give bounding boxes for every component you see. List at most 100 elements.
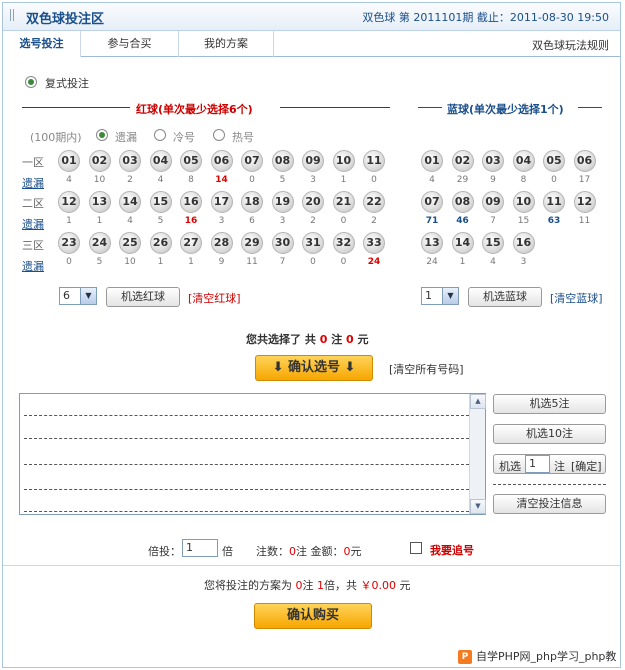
selection-summary: 您共选择了 共 0 注 0 元 <box>246 331 369 347</box>
period-label: (100期内) <box>30 131 82 144</box>
ball-13[interactable]: 13 <box>421 232 443 254</box>
random-red-button[interactable]: 机选红球 <box>106 287 180 307</box>
compound-bet-radio[interactable] <box>25 76 37 88</box>
ball-08[interactable]: 08 <box>451 191 474 213</box>
ball-27[interactable]: 27 <box>180 232 202 254</box>
ball-14[interactable]: 14 <box>119 191 141 213</box>
ball-12[interactable]: 12 <box>58 191 80 213</box>
bet-row-separator <box>24 489 469 490</box>
multiplier-unit: 倍 <box>222 545 233 558</box>
ball-16[interactable]: 16 <box>180 191 202 213</box>
miss-count: 46 <box>456 216 469 226</box>
miss-count: 9 <box>218 257 225 267</box>
ball-33[interactable]: 33 <box>363 232 385 254</box>
ball-05[interactable]: 05 <box>543 150 565 172</box>
random-5-button[interactable]: 机选5注 <box>493 394 606 414</box>
clear-red-link[interactable]: [清空红球] <box>188 290 241 306</box>
clear-bet-info-button[interactable]: 清空投注信息 <box>493 494 606 514</box>
multiplier-input[interactable]: 1 <box>182 539 218 557</box>
scroll-up-icon[interactable]: ▲ <box>470 394 486 409</box>
ball-22[interactable]: 22 <box>363 191 385 213</box>
ball-01[interactable]: 01 <box>58 150 80 172</box>
ball-28[interactable]: 28 <box>210 232 233 254</box>
ball-23[interactable]: 23 <box>58 232 80 254</box>
ball-18[interactable]: 18 <box>241 191 263 213</box>
bet-list-box[interactable] <box>19 393 486 515</box>
ball-02[interactable]: 02 <box>451 150 474 172</box>
ball-20[interactable]: 20 <box>302 191 324 213</box>
confirm-buy-button[interactable]: 确认购买 <box>254 603 372 629</box>
ball-29[interactable]: 29 <box>241 232 263 254</box>
bet-row-separator <box>24 464 469 465</box>
ball-32[interactable]: 32 <box>332 232 355 254</box>
random-n-input[interactable]: 1 <box>525 455 550 473</box>
ball-21[interactable]: 21 <box>332 191 355 213</box>
ball-09[interactable]: 09 <box>482 191 504 213</box>
ball-30[interactable]: 30 <box>271 232 294 254</box>
ball-05[interactable]: 05 <box>180 150 202 172</box>
clear-all-link[interactable]: [清空所有号码] <box>389 361 464 377</box>
confirm-pick-label: 确认选号 <box>287 360 340 375</box>
chase-checkbox[interactable] <box>410 542 422 554</box>
miss-count: 3 <box>520 257 527 267</box>
miss-link[interactable]: 遗漏 <box>22 175 44 191</box>
ball-12[interactable]: 12 <box>573 191 596 213</box>
ball-03[interactable]: 03 <box>119 150 141 172</box>
random-10-button[interactable]: 机选10注 <box>493 424 606 444</box>
ball-11[interactable]: 11 <box>543 191 565 213</box>
rules-link[interactable]: 双色球玩法规则 <box>532 37 609 53</box>
ball-16[interactable]: 16 <box>512 232 535 254</box>
zone-label: 一区 <box>22 156 44 169</box>
clear-blue-link[interactable]: [清空蓝球] <box>550 290 603 306</box>
red-count-value: 6 <box>63 289 70 302</box>
ball-15[interactable]: 15 <box>149 191 172 213</box>
scroll-down-icon[interactable]: ▼ <box>470 499 486 514</box>
red-count-select[interactable]: 6 ▼ <box>59 287 97 305</box>
filter-cold-radio[interactable] <box>154 129 166 141</box>
ball-06[interactable]: 06 <box>573 150 596 172</box>
ball-03[interactable]: 03 <box>482 150 504 172</box>
ball-09[interactable]: 09 <box>302 150 324 172</box>
tab-group-buy[interactable]: 参与合买 <box>81 31 179 57</box>
miss-count: 4 <box>490 257 496 267</box>
ball-07[interactable]: 07 <box>421 191 443 213</box>
multiplier-label: 倍投： <box>148 545 181 558</box>
final-summary: 您将投注的方案为 0注 1倍，共 ￥0.00 元 <box>204 577 411 593</box>
confirm-pick-button[interactable]: ⬇ 确认选号 ⬇ <box>255 355 373 381</box>
blue-count-select[interactable]: 1 ▼ <box>421 287 459 305</box>
ball-11[interactable]: 11 <box>363 150 385 172</box>
ball-26[interactable]: 26 <box>149 232 172 254</box>
ball-10[interactable]: 10 <box>512 191 535 213</box>
zone-label: 三区 <box>22 239 44 252</box>
miss-link[interactable]: 遗漏 <box>22 216 44 232</box>
ball-01[interactable]: 01 <box>421 150 443 172</box>
ball-17[interactable]: 17 <box>210 191 233 213</box>
miss-link[interactable]: 遗漏 <box>22 258 44 274</box>
ball-14[interactable]: 14 <box>451 232 474 254</box>
bet-list-scrollbar[interactable]: ▲ ▼ <box>469 394 486 514</box>
random-blue-button[interactable]: 机选蓝球 <box>468 287 542 307</box>
final-prefix: 您将投注的方案为 <box>204 579 292 592</box>
filter-hot-radio[interactable] <box>213 129 225 141</box>
ball-31[interactable]: 31 <box>302 232 324 254</box>
ball-02[interactable]: 02 <box>88 150 111 172</box>
miss-count: 17 <box>578 175 591 185</box>
ball-07[interactable]: 07 <box>241 150 263 172</box>
filter-miss-radio[interactable] <box>96 129 108 141</box>
ball-13[interactable]: 13 <box>88 191 111 213</box>
miss-count: 14 <box>215 175 228 185</box>
ball-04[interactable]: 04 <box>512 150 535 172</box>
tab-pick-numbers[interactable]: 选号投注 <box>3 31 81 58</box>
miss-count: 6 <box>249 216 255 226</box>
ball-24[interactable]: 24 <box>88 232 111 254</box>
ball-15[interactable]: 15 <box>482 232 504 254</box>
ball-10[interactable]: 10 <box>332 150 355 172</box>
ball-25[interactable]: 25 <box>119 232 141 254</box>
ball-04[interactable]: 04 <box>149 150 172 172</box>
random-n-confirm[interactable]: [确定] <box>571 458 602 474</box>
ball-19[interactable]: 19 <box>271 191 294 213</box>
miss-count: 2 <box>371 216 377 226</box>
ball-06[interactable]: 06 <box>210 150 233 172</box>
tab-my-plans[interactable]: 我的方案 <box>179 31 274 57</box>
ball-08[interactable]: 08 <box>271 150 294 172</box>
